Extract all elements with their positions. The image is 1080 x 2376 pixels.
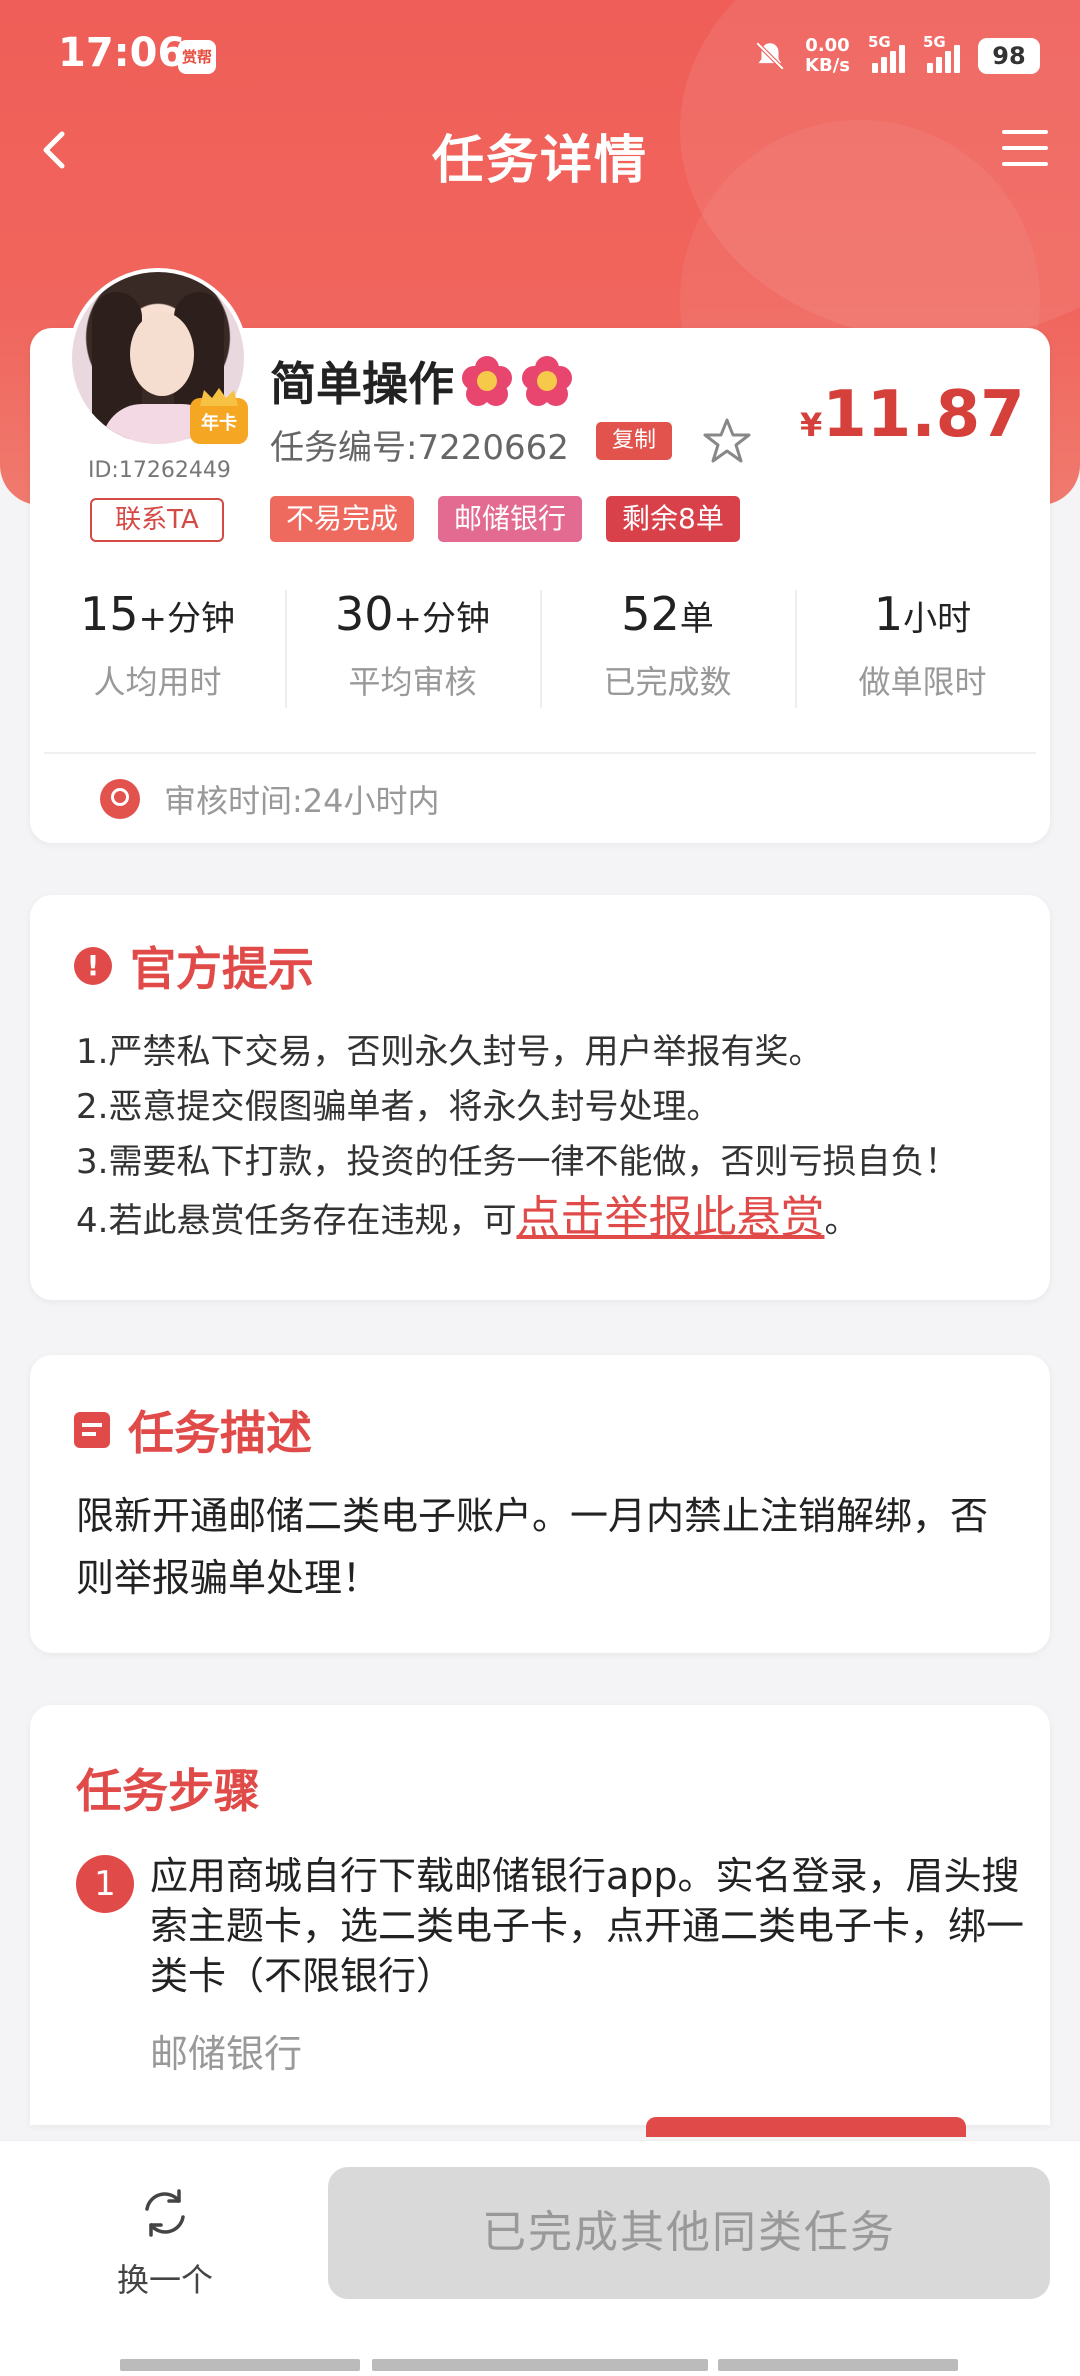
task-price: ¥11.87 bbox=[800, 378, 1025, 452]
step-number: 1 bbox=[76, 1855, 134, 1913]
bottom-action-bar: 换一个 已完成其他同类任务 bbox=[0, 2140, 1080, 2376]
steps-title: 任务步骤 bbox=[76, 1764, 260, 1818]
tag-remaining: 剩余8单 bbox=[606, 496, 740, 542]
step-subtext: 邮储银行 bbox=[150, 2032, 303, 2076]
stamp-icon bbox=[100, 779, 140, 819]
home-indicator bbox=[718, 2359, 958, 2371]
hamburger-menu-icon[interactable] bbox=[1000, 126, 1050, 170]
notice-line: 1.严禁私下交易，否则永久封号，用户举报有奖。 bbox=[76, 1032, 823, 1072]
home-indicator bbox=[120, 2359, 360, 2371]
stat-time-limit: 1小时 做单限时 bbox=[795, 586, 1050, 716]
task-description-card: 任务描述 限新开通邮储二类电子账户。一月内禁止注销解绑，否则举报骗单处理！ bbox=[30, 1355, 1050, 1653]
signal-1-icon: 5G bbox=[868, 33, 905, 73]
contact-button[interactable]: 联系TA bbox=[90, 498, 224, 542]
report-link[interactable]: 点击举报此悬赏 bbox=[516, 1192, 824, 1243]
notice-list: 1.严禁私下交易，否则永久封号，用户举报有奖。 2.恶意提交假图骗单者，将永久封… bbox=[76, 1025, 958, 1245]
alert-icon: ! bbox=[74, 947, 112, 985]
task-steps-card: 任务步骤 1 应用商城自行下载邮储银行app。实名登录，眉头搜索主题卡，选二类电… bbox=[30, 1705, 1050, 2137]
status-bar: 17:06 赏帮 0.00 KB/s 5G 5G 98 bbox=[0, 0, 1080, 120]
divider bbox=[44, 752, 1036, 754]
official-notice-card: ! 官方提示 1.严禁私下交易，否则永久封号，用户举报有奖。 2.恶意提交假图骗… bbox=[30, 895, 1050, 1300]
review-time-row: 审核时间:24小时内 bbox=[100, 776, 440, 822]
signal-2-icon: 5G bbox=[923, 33, 960, 73]
notice-header: ! 官方提示 bbox=[74, 933, 314, 999]
description-header: 任务描述 bbox=[74, 1397, 312, 1463]
hibiscus-flower-icon bbox=[460, 354, 514, 408]
battery-icon: 98 bbox=[978, 38, 1040, 74]
bell-mute-icon bbox=[755, 41, 785, 71]
star-icon[interactable] bbox=[702, 416, 752, 466]
status-time: 17:06 bbox=[58, 30, 186, 76]
completed-similar-task-button[interactable]: 已完成其他同类任务 bbox=[328, 2167, 1050, 2299]
task-tags: 不易完成 邮储银行 剩余8单 bbox=[270, 496, 740, 542]
stat-completed: 52单 已完成数 bbox=[540, 586, 795, 716]
notice-line: 2.恶意提交假图骗单者，将永久封号处理。 bbox=[76, 1087, 721, 1127]
page-title: 任务详情 bbox=[431, 131, 648, 191]
document-icon bbox=[74, 1412, 110, 1448]
task-title: 简单操作 bbox=[270, 348, 574, 414]
tag-difficulty: 不易完成 bbox=[270, 496, 415, 542]
nav-bar: 任务详情 bbox=[0, 110, 1080, 191]
stat-avg-review: 30+分钟 平均审核 bbox=[285, 586, 540, 716]
hibiscus-flower-icon bbox=[520, 354, 574, 408]
home-indicator bbox=[372, 2359, 708, 2371]
crown-icon bbox=[200, 388, 238, 406]
description-text: 限新开通邮储二类电子账户。一月内禁止注销解绑，否则举报骗单处理！ bbox=[76, 1494, 989, 1600]
network-speed: 0.00 KB/s bbox=[805, 35, 850, 76]
notice-line: 3.需要私下打款，投资的任务一律不能做，否则亏损自负！ bbox=[76, 1142, 959, 1182]
tag-category: 邮储银行 bbox=[438, 496, 583, 542]
user-id: ID:17262449 bbox=[88, 458, 231, 483]
task-stats: 15+分钟 人均用时 30+分钟 平均审核 52单 已完成数 1小时 做单限时 bbox=[30, 586, 1050, 716]
step-text: 应用商城自行下载邮储银行app。实名登录，眉头搜索主题卡，选二类电子卡，点开通二… bbox=[150, 1854, 1025, 1998]
step-action-button[interactable] bbox=[646, 2117, 966, 2137]
stat-avg-time: 15+分钟 人均用时 bbox=[79, 587, 236, 701]
notice-line: 4.若此悬赏任务存在违规，可点击举报此悬赏。 bbox=[76, 1192, 859, 1243]
vip-badge: 年卡 bbox=[190, 388, 248, 444]
swap-button[interactable]: 换一个 bbox=[90, 2183, 240, 2303]
copy-button[interactable]: 复制 bbox=[596, 422, 672, 460]
refresh-icon bbox=[145, 2189, 185, 2237]
task-code: 任务编号:7220662 bbox=[270, 428, 569, 468]
app-notification-icon: 赏帮 bbox=[178, 40, 216, 74]
